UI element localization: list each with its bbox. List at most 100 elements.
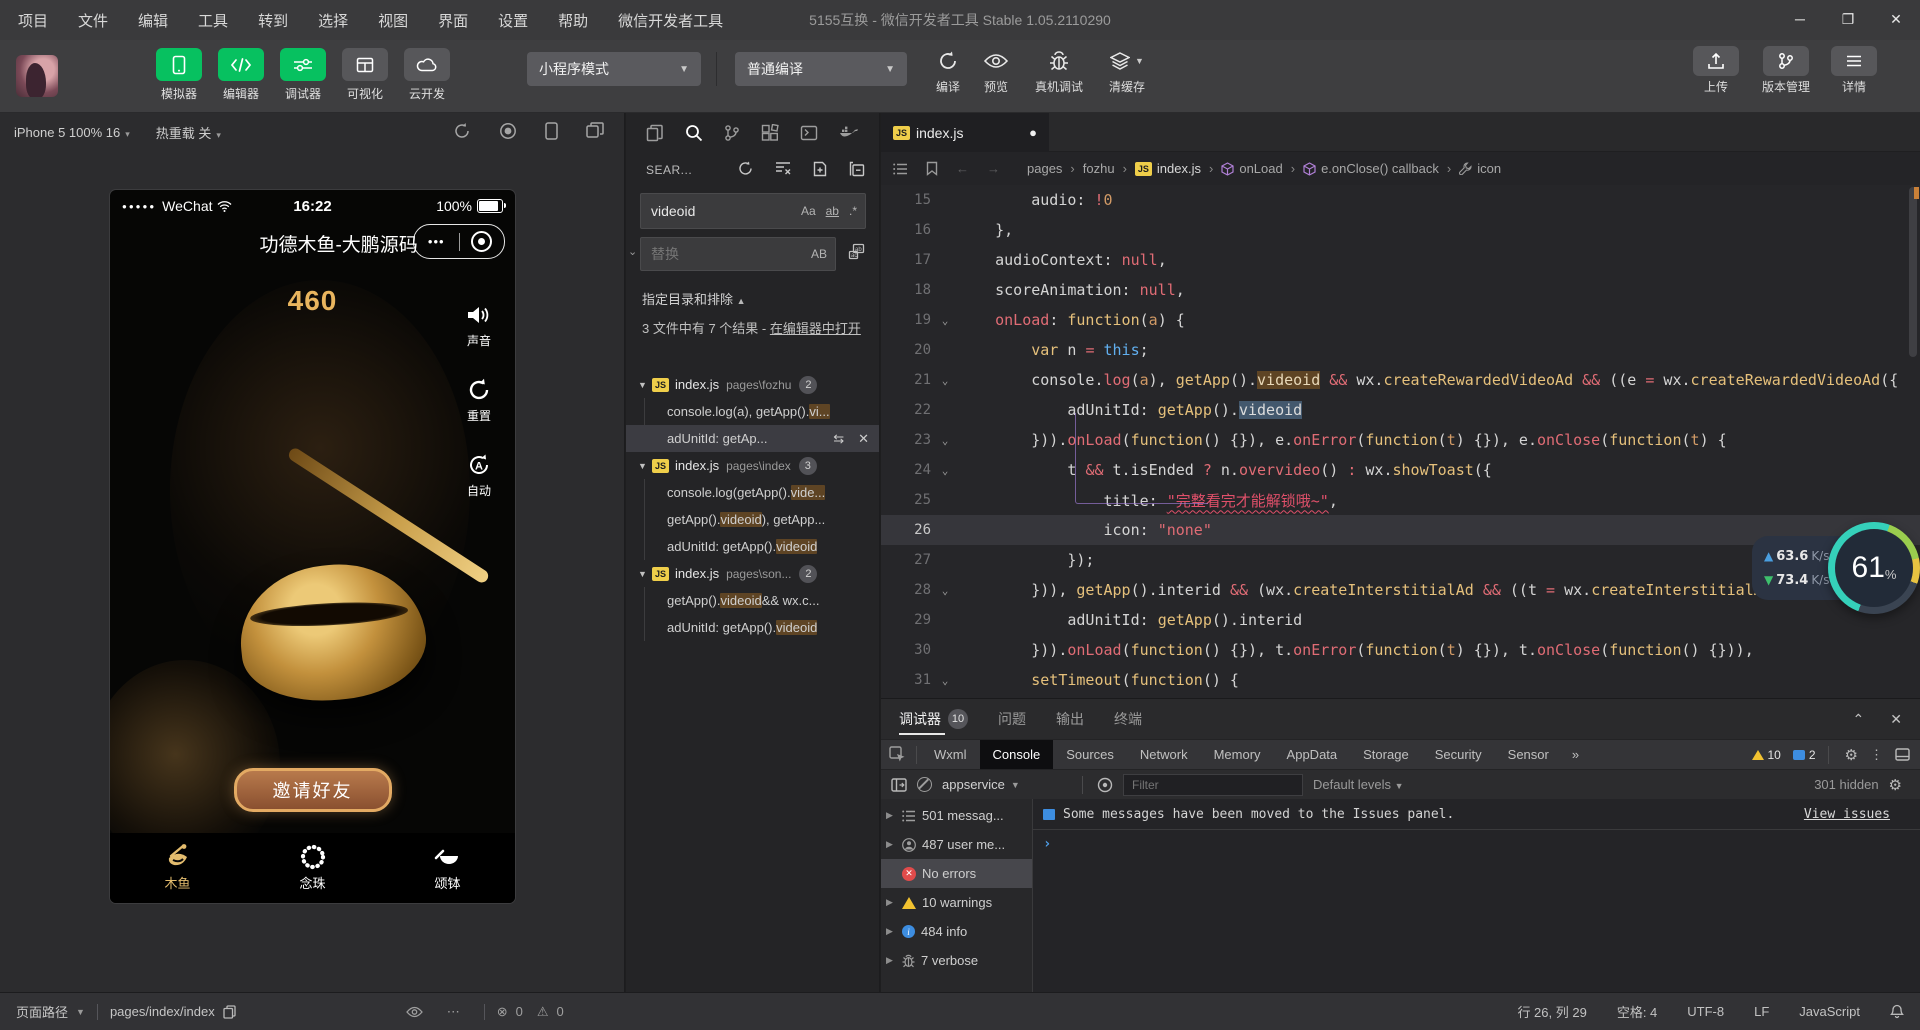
replace-input[interactable] [641,246,791,262]
version-control-button[interactable]: 版本管理 [1752,46,1820,95]
search-scope-toggle[interactable]: 指定目录和排除 ▲ [642,289,746,308]
search-result-file[interactable]: ▼JSindex.jspages\son...2 [626,560,879,587]
devtools-tab-wxml[interactable]: Wxml [921,740,980,770]
code-area[interactable]: 15 audio: !016 },17 audioContext: null,1… [881,185,1920,698]
whole-word-option[interactable]: ab [826,204,839,218]
view-issues-link[interactable]: View issues [1804,807,1890,822]
ellipsis-icon[interactable]: ⋯ [447,1004,460,1020]
dock-side-icon[interactable] [1895,748,1910,761]
fold-icon[interactable]: ⌄ [931,434,959,447]
preview-eye-icon[interactable] [406,1006,423,1018]
fold-icon[interactable]: ⌄ [931,674,959,687]
devtools-tab-sources[interactable]: Sources [1053,740,1127,770]
tab-bowl[interactable]: 颂钵 [380,833,515,903]
auto-tap-toggle[interactable]: A 自动 [457,450,501,499]
devtools-tab-network[interactable]: Network [1127,740,1201,770]
search-match-row[interactable]: console.log(getApp().vide... [626,479,879,506]
code-line[interactable]: 30 })).onLoad(function() {}), t.onError(… [881,635,1920,665]
issues-chip[interactable]: 2 [1793,748,1816,762]
search-match-row[interactable]: adUnitId: getApp().videoid [626,533,879,560]
settings-gear-icon[interactable]: ⚙ [1889,776,1902,794]
twisty-icon[interactable]: ▶ [886,926,896,937]
debugger-toggle-button[interactable]: 调试器 [274,48,332,102]
menu-item[interactable]: 帮助 [558,10,588,31]
replace-match-icon[interactable]: ⇆ [833,431,844,447]
console-filter-input[interactable] [1124,778,1302,792]
kebab-menu-icon[interactable]: ⋮ [1870,747,1883,763]
details-button[interactable]: 详情 [1828,46,1880,95]
menu-item[interactable]: 编辑 [138,10,168,31]
log-levels-select[interactable]: Default levels ▼ [1313,777,1404,792]
tab-woodfish[interactable]: 木鱼 [110,833,245,903]
nav-back-icon[interactable]: ← [956,161,969,176]
code-line[interactable]: 15 audio: !0 [881,185,1920,215]
hot-reload-toggle[interactable]: 热重载 关▾ [156,123,221,142]
search-result-file[interactable]: ▼JSindex.jspages\index3 [626,452,879,479]
warnings-chip[interactable]: 10 [1752,748,1781,762]
nav-forward-icon[interactable]: → [987,161,1000,176]
twisty-icon[interactable]: ▶ [886,955,896,966]
cloud-dev-button[interactable]: 云开发 [398,48,456,102]
docker-whale-icon[interactable] [839,125,859,141]
menu-item[interactable]: 微信开发者工具 [618,10,723,31]
crumb-onload[interactable]: onLoad [1239,161,1282,176]
devtools-tab-storage[interactable]: Storage [1350,740,1422,770]
console-sidebar-item[interactable]: ▶487 user me... [881,830,1032,859]
user-avatar[interactable] [16,55,58,97]
panel-collapse-icon[interactable]: ⌃ [1853,711,1865,728]
fold-icon[interactable]: ⌄ [931,314,959,327]
editor-toggle-button[interactable]: 编辑器 [212,48,270,102]
rotate-icon[interactable] [453,122,471,140]
performance-gauge[interactable]: 61% [1828,522,1920,614]
sidebar-toggle-icon[interactable] [891,778,907,792]
more-tabs-icon[interactable]: » [1562,747,1589,762]
preserve-case-option[interactable]: AB [811,247,827,261]
fold-icon[interactable]: ⌄ [931,374,959,387]
clear-cache-button[interactable]: ▼ 清缓存 [1096,46,1158,95]
search-icon[interactable] [685,124,703,142]
sound-toggle[interactable]: 声音 [457,300,501,349]
menu-item[interactable]: 视图 [378,10,408,31]
code-line[interactable]: 25 title: "完整看完才能解锁哦~", [881,485,1920,515]
console-output[interactable]: Some messages have been moved to the Iss… [1033,799,1920,993]
invite-friends-button[interactable]: 邀请好友 [234,768,392,812]
scrollbar-thumb[interactable] [1909,187,1917,357]
clear-results-icon[interactable] [775,161,791,177]
snippets-icon[interactable] [800,125,818,141]
code-line[interactable]: 17 audioContext: null, [881,245,1920,275]
menu-item[interactable]: 转到 [258,10,288,31]
menu-item[interactable]: 设置 [498,10,528,31]
code-line[interactable]: 16 }, [881,215,1920,245]
search-input[interactable] [641,203,781,219]
bookmark-icon[interactable] [926,161,938,176]
crumb-icon-prop[interactable]: icon [1477,161,1501,176]
context-select[interactable]: appservice▼ [942,777,1072,792]
match-case-option[interactable]: Aa [801,204,816,218]
search-match-row[interactable]: getApp().videoid && wx.c... [626,587,879,614]
fold-icon[interactable]: ⌄ [931,584,959,597]
collapse-all-icon[interactable] [849,161,865,177]
problems-summary[interactable]: ⊗0 ⚠0 [497,1004,564,1020]
simulator-toggle-button[interactable]: 模拟器 [150,48,208,102]
eol-label[interactable]: LF [1754,1004,1769,1019]
tab-terminal[interactable]: 终端 [1114,699,1142,739]
preview-button[interactable]: 预览 [968,46,1024,95]
crumb-callback[interactable]: e.onClose() callback [1321,161,1439,176]
code-line[interactable]: 22 adUnitId: getApp().videoid [881,395,1920,425]
crumb-fozhu[interactable]: fozhu [1083,161,1115,176]
code-line[interactable]: 18 scoreAnimation: null, [881,275,1920,305]
console-sidebar-item[interactable]: ▶501 messag... [881,801,1032,830]
search-result-file[interactable]: ▼JSindex.jspages\fozhu2 [626,371,879,398]
panel-close-icon[interactable]: ✕ [1890,711,1902,728]
upload-button[interactable]: 上传 [1688,46,1744,95]
notifications-bell-icon[interactable] [1890,1004,1904,1019]
eye-watch-icon[interactable] [1097,777,1113,793]
code-line[interactable]: 21⌄ console.log(a), getApp().videoid && … [881,365,1920,395]
twisty-icon[interactable]: ▼ [638,380,652,390]
console-sidebar-item[interactable]: ▶10 warnings [881,888,1032,917]
console-sidebar-item[interactable]: ▶i484 info [881,917,1032,946]
multi-window-icon[interactable] [586,122,604,140]
more-menu-button[interactable]: ••• [414,234,459,249]
files-icon[interactable] [646,124,664,142]
device-frame-icon[interactable] [545,122,558,140]
